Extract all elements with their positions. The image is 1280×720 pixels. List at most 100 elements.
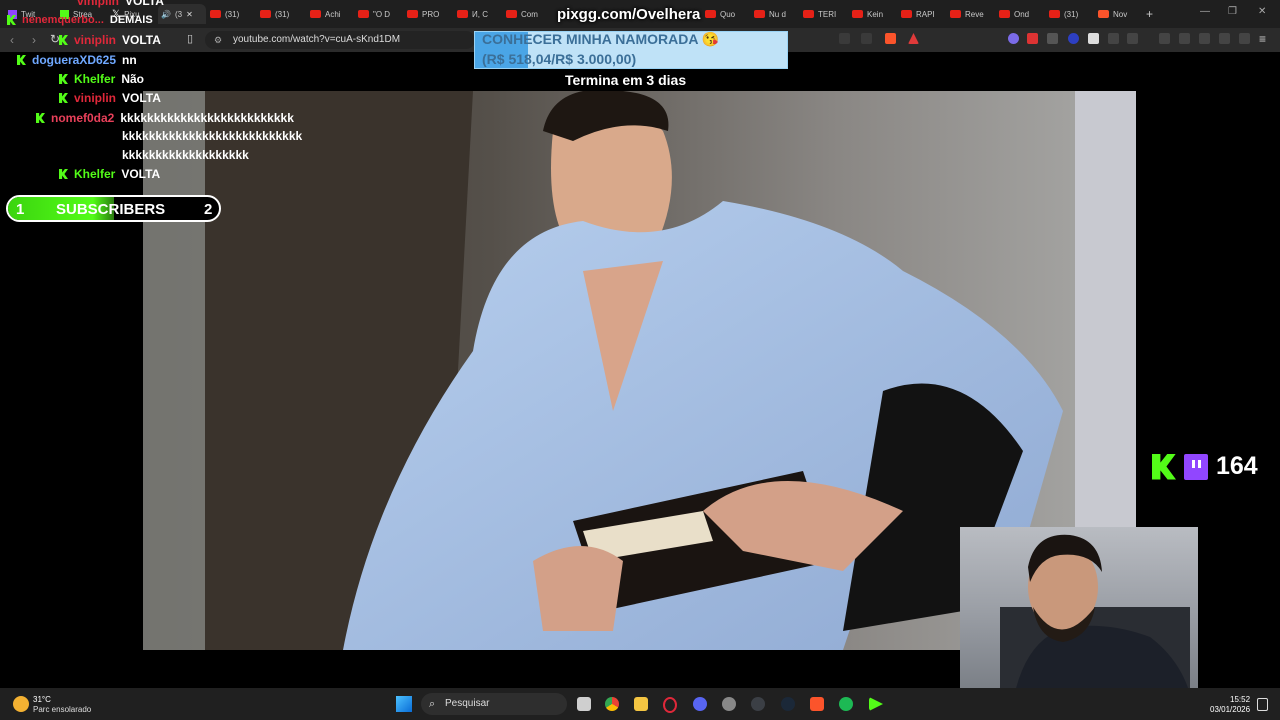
steam-icon[interactable]: [781, 697, 795, 711]
notification-icon[interactable]: [1257, 698, 1268, 711]
discord-icon[interactable]: [693, 697, 707, 711]
chat-text: DEMAIS: [109, 14, 153, 26]
subscriber-goal: 2: [204, 201, 213, 218]
close-window-icon[interactable]: ✕: [1258, 6, 1266, 17]
weather-icon[interactable]: [13, 696, 29, 712]
tab-12[interactable]: Nu d: [754, 4, 798, 24]
viewer-count-widget: 164: [1152, 452, 1258, 481]
screenshot-icon[interactable]: [1127, 33, 1138, 44]
extension-icon[interactable]: [1047, 33, 1058, 44]
youtube-icon: [1049, 10, 1060, 18]
chat-username: Khelfer: [74, 167, 116, 181]
minimize-icon[interactable]: —: [1200, 6, 1210, 17]
music-icon[interactable]: [1159, 33, 1170, 44]
kick-badge-icon: [7, 15, 16, 25]
donation-goal-amount: (R$ 518,04/R$ 3.000,00): [482, 51, 637, 67]
wallet-icon[interactable]: [1199, 33, 1210, 44]
tab-7[interactable]: "O D: [358, 4, 402, 24]
windows-start-icon[interactable]: [396, 696, 412, 712]
chat-username: viniplin: [74, 33, 116, 47]
extension-icon[interactable]: [1088, 33, 1099, 44]
close-tab-icon[interactable]: ✕: [186, 10, 193, 19]
cast-icon[interactable]: [839, 33, 850, 44]
address-bar[interactable]: ⚙ youtube.com/watch?v=cuA-sKnd1DM: [205, 31, 475, 49]
chat-message: viniplin VOLTA: [59, 33, 161, 47]
kick-badge-icon: [17, 55, 26, 65]
tab-5[interactable]: (31): [260, 4, 304, 24]
tab-14[interactable]: Kein: [852, 4, 896, 24]
weather-temperature[interactable]: 31°C: [33, 695, 51, 704]
weather-description[interactable]: Parc ensolarado: [33, 705, 91, 714]
spotify-icon[interactable]: [839, 697, 853, 711]
tab-10[interactable]: Com: [506, 4, 550, 24]
chat-message: Khelfer Não: [59, 72, 144, 86]
chat-text: VOLTA: [121, 167, 161, 181]
twitch-logo-icon: [1184, 453, 1208, 480]
leo-ai-icon[interactable]: [1219, 33, 1230, 44]
obs-icon[interactable]: [722, 697, 736, 711]
kick-logo-icon: [1152, 453, 1176, 480]
new-tab-button[interactable]: +: [1146, 4, 1160, 24]
chat-username: Khelfer: [74, 72, 116, 86]
chrome-icon[interactable]: [605, 697, 619, 711]
search-icon: ⌕: [429, 698, 436, 710]
tab-19[interactable]: Nov: [1098, 4, 1142, 24]
kick-badge-icon: [59, 35, 68, 45]
forward-icon[interactable]: ›: [32, 33, 36, 47]
tab-13[interactable]: TERI: [803, 4, 847, 24]
menu-icon[interactable]: ≡: [1259, 32, 1266, 46]
chat-text: kkkkkkkkkkkkkkkkkkkkkkkkkk: [120, 111, 294, 125]
sidebar-icon[interactable]: [1179, 33, 1190, 44]
tab-17[interactable]: Ond: [999, 4, 1043, 24]
chat-message: nenemquerbo... DEMAIS: [7, 14, 153, 26]
extension-icon[interactable]: [1068, 33, 1079, 44]
tab-8[interactable]: PRO: [407, 4, 451, 24]
maximize-icon[interactable]: ❐: [1228, 6, 1237, 17]
site-info-icon[interactable]: ⚙: [214, 31, 222, 49]
youtube-icon: [506, 10, 517, 18]
chat-text: nn: [122, 53, 137, 67]
tab-9[interactable]: И, С: [457, 4, 501, 24]
extension-icon[interactable]: [1027, 33, 1038, 44]
opera-icon[interactable]: [663, 697, 677, 713]
vpn-icon[interactable]: [1239, 33, 1250, 44]
tab-6[interactable]: Achi: [310, 4, 354, 24]
extensions-puzzle-icon[interactable]: [1108, 33, 1119, 44]
back-icon[interactable]: ‹: [10, 33, 14, 47]
viewer-count: 164: [1216, 452, 1258, 480]
chat-text: VOLTA: [125, 0, 164, 8]
youtube-icon: [901, 10, 912, 18]
taskbar-search[interactable]: ⌕ Pesquisar: [421, 693, 567, 715]
tab-3-active[interactable]: 🔊 (3 ✕: [158, 4, 206, 24]
kick-badge-icon: [59, 93, 68, 103]
extension-icon[interactable]: [1008, 33, 1019, 44]
app-icon[interactable]: [751, 697, 765, 711]
bookmark-icon[interactable]: ▯: [187, 32, 193, 45]
subscriber-current: 1: [16, 201, 25, 218]
youtube-icon: [260, 10, 271, 18]
chat-text: VOLTA: [122, 33, 161, 47]
tab-16[interactable]: Reve: [950, 4, 994, 24]
chat-message: nomef0da2 kkkkkkkkkkkkkkkkkkkkkkkkkk: [36, 111, 294, 125]
chat-username: nenemquerbo...: [22, 14, 104, 26]
tab-18[interactable]: (31): [1049, 4, 1093, 24]
donation-goal-title: CONHECER MINHA NAMORADA 😘: [482, 31, 720, 47]
brave-icon[interactable]: [810, 697, 824, 711]
youtube-icon: [950, 10, 961, 18]
chat-message: viniplin VOLTA: [59, 91, 161, 105]
kick-badge-icon: [36, 113, 45, 123]
youtube-icon: [407, 10, 418, 18]
brave-shields-icon[interactable]: [885, 33, 896, 44]
task-view-icon[interactable]: [577, 697, 591, 711]
share-icon[interactable]: [861, 33, 872, 44]
tab-15[interactable]: RAPI: [901, 4, 945, 24]
chat-text-continued: kkkkkkkkkkkkkkkkkkkkkkkkkkk: [122, 129, 303, 143]
tab-11[interactable]: Quo: [705, 4, 749, 24]
clock-time[interactable]: 15:52: [1230, 695, 1250, 704]
tab-4[interactable]: (31): [210, 4, 254, 24]
youtube-icon: [358, 10, 369, 18]
kick-badge-icon: [59, 74, 68, 84]
chat-username: nomef0da2: [51, 111, 115, 125]
file-explorer-icon[interactable]: [634, 697, 648, 711]
clock-date[interactable]: 03/01/2026: [1210, 705, 1250, 714]
